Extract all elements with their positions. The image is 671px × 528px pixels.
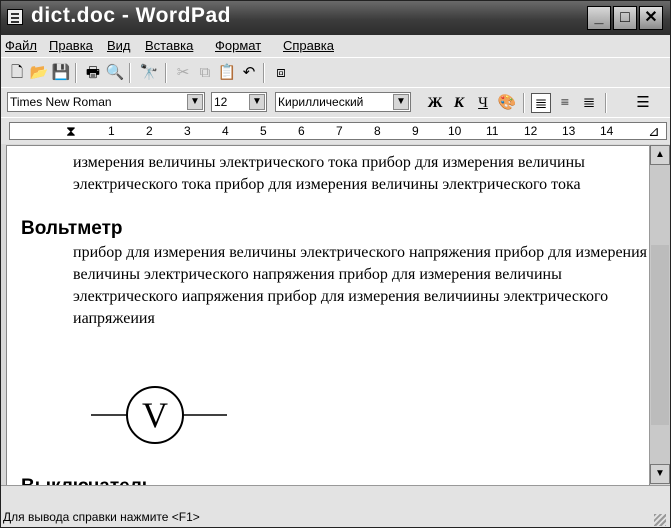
script-value: Кириллический <box>278 95 364 109</box>
wordpad-app-icon[interactable] <box>7 9 23 25</box>
italic-button[interactable]: К <box>449 93 469 113</box>
ruler: ⧗ 1 2 3 4 5 6 7 8 9 10 11 12 13 14 ⊿ <box>1 117 670 144</box>
ruler-number: 12 <box>524 124 538 138</box>
ruler-number: 8 <box>374 124 381 138</box>
scroll-up-icon[interactable]: ▲ <box>650 145 670 165</box>
menu-format[interactable]: Формат <box>215 38 261 53</box>
menu-bar: Файл Правка Вид Вставка Формат Справка <box>1 35 670 57</box>
chevron-down-icon[interactable]: ▼ <box>187 94 203 110</box>
scroll-thumb[interactable] <box>651 245 669 425</box>
minimize-icon: _ <box>594 9 604 26</box>
title-bar[interactable]: dict.doc - WordPad _ □ ✕ <box>1 1 670 35</box>
ruler-number: 13 <box>562 124 576 138</box>
voltmeter-symbol[interactable]: V <box>87 382 237 448</box>
vertical-scrollbar[interactable]: ▲ ▼ <box>649 145 670 484</box>
ruler-number: 4 <box>222 124 229 138</box>
toolbar-separator <box>523 93 525 113</box>
align-left-icon[interactable]: ≣ <box>531 93 551 113</box>
undo-icon[interactable]: ↶ <box>239 63 259 83</box>
status-bar: Для вывода справки нажмите <F1> <box>1 485 670 527</box>
toolbar-separator <box>605 93 607 113</box>
ruler-number: 14 <box>600 124 614 138</box>
font-size-value: 12 <box>214 95 228 109</box>
bold-button[interactable]: Ж <box>425 93 445 113</box>
toolbar-separator <box>165 63 167 83</box>
document-area[interactable]: измерения величины электрического тока п… <box>6 145 650 486</box>
open-icon[interactable]: 📂 <box>29 63 49 83</box>
align-right-icon[interactable]: ≣ <box>579 93 599 113</box>
ruler-number: 9 <box>412 124 419 138</box>
ruler-strip[interactable]: ⧗ 1 2 3 4 5 6 7 8 9 10 11 12 13 14 ⊿ <box>9 122 667 140</box>
voltmeter-letter: V <box>142 395 168 435</box>
maximize-icon: □ <box>620 9 630 26</box>
paragraph-voltmeter-description[interactable]: прибор для измерения величины электричес… <box>73 242 649 330</box>
ruler-number: 3 <box>184 124 191 138</box>
color-icon[interactable]: 🎨 <box>497 93 517 113</box>
maximize-button[interactable]: □ <box>613 6 637 30</box>
ruler-number: 1 <box>108 124 115 138</box>
underline-button[interactable]: Ч <box>473 93 493 113</box>
right-indent-marker-icon[interactable]: ⊿ <box>648 123 660 140</box>
print-preview-icon[interactable]: 🔍 <box>105 63 125 83</box>
new-icon[interactable]: 🗋 <box>7 63 27 83</box>
ruler-number: 7 <box>336 124 343 138</box>
font-size-select[interactable]: 12 ▼ <box>211 92 267 112</box>
chevron-down-icon[interactable]: ▼ <box>393 94 409 110</box>
close-button[interactable]: ✕ <box>639 6 663 30</box>
scroll-down-icon[interactable]: ▼ <box>650 464 670 484</box>
ruler-number: 10 <box>448 124 462 138</box>
chevron-down-icon[interactable]: ▼ <box>249 94 265 110</box>
wordpad-window: dict.doc - WordPad _ □ ✕ Файл Правка Вид… <box>0 0 671 528</box>
script-select[interactable]: Кириллический ▼ <box>275 92 411 112</box>
indent-marker-icon[interactable]: ⧗ <box>66 123 76 140</box>
insert-object-icon[interactable]: ⧈ <box>271 63 291 83</box>
minimize-button[interactable]: _ <box>587 6 611 30</box>
toolbar-separator <box>263 63 265 83</box>
font-name-value: Times New Roman <box>10 95 112 109</box>
ruler-number: 5 <box>260 124 267 138</box>
paste-icon[interactable]: 📋 <box>217 63 237 83</box>
menu-insert[interactable]: Вставка <box>145 38 193 53</box>
menu-file[interactable]: Файл <box>5 38 37 53</box>
ruler-number: 2 <box>146 124 153 138</box>
font-name-select[interactable]: Times New Roman ▼ <box>7 92 205 112</box>
find-icon[interactable]: 🔭 <box>139 63 159 83</box>
align-center-icon[interactable]: ≡ <box>555 93 575 113</box>
menu-edit[interactable]: Правка <box>49 38 93 53</box>
menu-help[interactable]: Справка <box>283 38 334 53</box>
window-title: dict.doc - WordPad <box>31 4 231 27</box>
ruler-number: 11 <box>486 124 499 138</box>
cut-icon[interactable]: ✂ <box>173 63 193 83</box>
copy-icon[interactable]: ⧉ <box>195 63 215 83</box>
bullets-icon[interactable]: ☰ <box>633 93 653 113</box>
standard-toolbar: 🗋 📂 💾 🖶 🔍 🔭 ✂ ⧉ 📋 ↶ ⧈ <box>1 57 670 88</box>
menu-view[interactable]: Вид <box>107 38 131 53</box>
ruler-number: 6 <box>298 124 305 138</box>
resize-grip-icon[interactable] <box>654 514 666 526</box>
paragraph-ammeter-description[interactable]: измерения величины электрического тока п… <box>73 152 649 196</box>
print-icon[interactable]: 🖶 <box>83 63 103 83</box>
format-toolbar: Times New Roman ▼ 12 ▼ Кириллический ▼ Ж… <box>1 87 670 118</box>
status-text: Для вывода справки нажмите <F1> <box>3 510 200 524</box>
toolbar-separator <box>75 63 77 83</box>
toolbar-separator <box>129 63 131 83</box>
save-icon[interactable]: 💾 <box>51 63 71 83</box>
heading-voltmeter[interactable]: Вольтметр <box>21 218 123 240</box>
close-icon: ✕ <box>644 9 658 26</box>
